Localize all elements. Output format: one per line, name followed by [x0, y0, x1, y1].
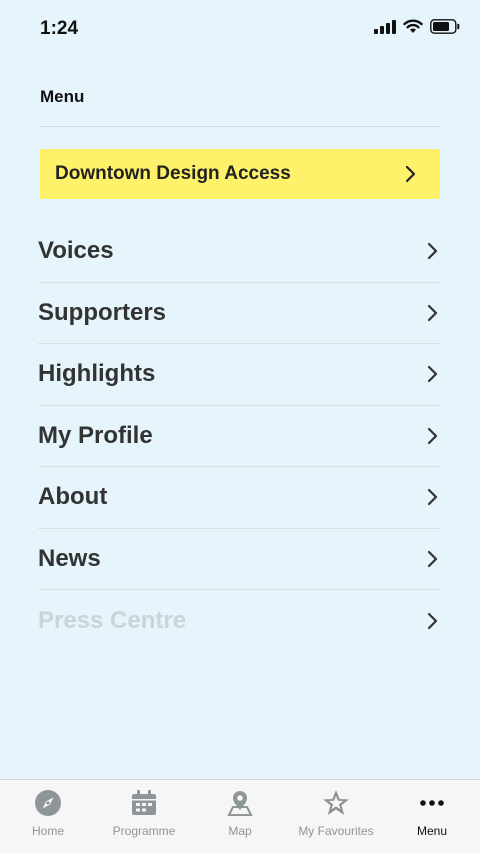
menu-item-highlights[interactable]: Highlights [38, 344, 440, 406]
tab-home[interactable]: Home [0, 780, 96, 853]
chevron-right-icon [427, 489, 438, 506]
tab-programme[interactable]: Programme [96, 780, 192, 853]
chevron-right-icon [427, 612, 438, 629]
tab-label: Home [31, 824, 64, 838]
tab-label: Menu [416, 824, 448, 838]
menu-item-label: Press Centre [38, 606, 187, 634]
chevron-right-icon [427, 243, 438, 260]
battery-icon [430, 19, 460, 34]
compass-icon [35, 790, 61, 816]
title-divider [40, 126, 440, 127]
menu-item-label: Highlights [38, 360, 156, 388]
signal-icon [374, 19, 396, 34]
menu-item-press-centre[interactable]: Press Centre [38, 590, 440, 652]
menu-item-voices[interactable]: Voices [38, 221, 440, 283]
status-bar: 1:24 [0, 0, 480, 58]
status-time: 1:24 [40, 18, 79, 39]
tab-label: Map [228, 824, 252, 838]
chevron-right-icon [427, 427, 438, 444]
menu-item-news[interactable]: News [38, 529, 440, 590]
tab-my-favourites[interactable]: My Favourites [288, 780, 384, 853]
tab-label: My Favourites [298, 824, 374, 838]
calendar-icon [132, 790, 156, 815]
menu-item-my-profile[interactable]: My Profile [38, 406, 440, 467]
menu-item-supporters[interactable]: Supporters [38, 283, 440, 344]
page-title: Menu [40, 87, 85, 106]
map-pin-icon [227, 791, 253, 816]
menu-item-label: My Profile [38, 421, 153, 449]
chevron-right-icon [427, 550, 438, 567]
downtown-design-access-button[interactable]: Downtown Design Access [40, 149, 440, 199]
chevron-right-icon [427, 304, 438, 321]
menu-item-label: News [38, 544, 101, 572]
star-icon [323, 790, 349, 815]
menu-list: Voices Supporters Highlights My Profile … [38, 221, 440, 652]
more-dots-icon [420, 800, 444, 806]
menu-item-label: Supporters [38, 298, 167, 326]
banner-label: Downtown Design Access [55, 163, 291, 184]
menu-item-label: About [38, 483, 108, 511]
chevron-right-icon [405, 165, 416, 183]
tab-menu[interactable]: Menu [384, 780, 480, 853]
wifi-icon [403, 19, 423, 33]
tab-label: Programme [112, 824, 176, 838]
chevron-right-icon [427, 366, 438, 383]
tab-bar: Home Programme Map My Favourites Menu [0, 779, 480, 853]
menu-screen: 1:24 Menu Downtown Design Access Voices … [0, 0, 480, 853]
menu-item-label: Voices [38, 237, 114, 265]
status-icons [374, 19, 460, 34]
menu-item-about[interactable]: About [38, 467, 440, 529]
tab-map[interactable]: Map [192, 780, 288, 853]
